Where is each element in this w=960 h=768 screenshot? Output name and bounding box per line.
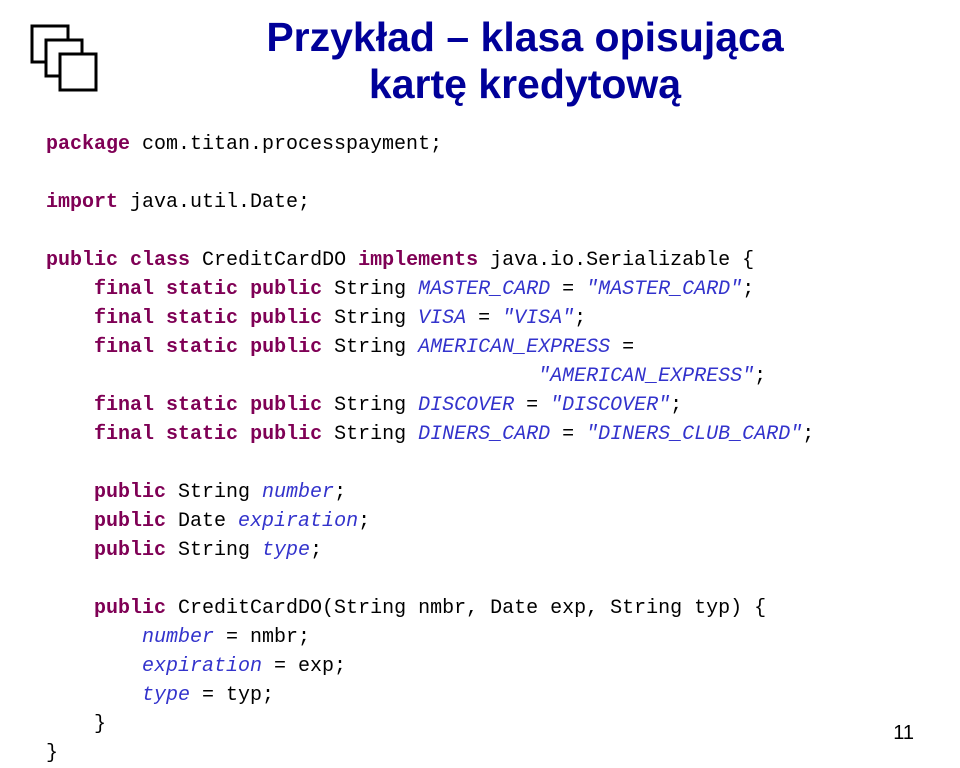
- keyword-class: class: [130, 249, 190, 272]
- keyword-import: import: [46, 191, 118, 214]
- assign-expiration-lhs: expiration: [142, 655, 262, 678]
- field-number: number: [262, 481, 334, 504]
- keyword-public: public: [250, 336, 322, 359]
- keyword-static: static: [166, 307, 238, 330]
- decl-type: Date: [166, 510, 238, 533]
- keyword-public: public: [250, 394, 322, 417]
- indent: [46, 684, 142, 707]
- equals: =: [550, 278, 586, 301]
- equals: =: [514, 394, 550, 417]
- keyword-final: final: [94, 336, 154, 359]
- str-amex: "AMERICAN_EXPRESS": [538, 365, 754, 388]
- keyword-static: static: [166, 394, 238, 417]
- indent: [46, 423, 94, 446]
- class-name: CreditCardDO: [190, 249, 358, 272]
- slide-title: Przykład – klasa opisująca kartę kredyto…: [46, 14, 914, 108]
- indent: [46, 713, 94, 736]
- keyword-public: public: [94, 510, 166, 533]
- keyword-final: final: [94, 278, 154, 301]
- indent: [46, 481, 94, 504]
- keyword-static: static: [166, 336, 238, 359]
- keyword-static: static: [166, 278, 238, 301]
- str-discover: "DISCOVER": [550, 394, 670, 417]
- decl-type: String: [322, 423, 418, 446]
- keyword-public: public: [250, 278, 322, 301]
- brace-close: }: [94, 713, 106, 736]
- title-line-1: Przykład – klasa opisująca: [266, 14, 783, 60]
- keyword-public: public: [94, 481, 166, 504]
- semicolon: ;: [754, 365, 766, 388]
- indent: [46, 278, 94, 301]
- package-statement: com.titan.processpayment;: [130, 133, 442, 156]
- str-visa: "VISA": [502, 307, 574, 330]
- page-number: 11: [893, 722, 914, 745]
- indent: [46, 655, 142, 678]
- str-diners: "DINERS_CLUB_CARD": [586, 423, 802, 446]
- const-diners: DINERS_CARD: [418, 423, 550, 446]
- keyword-static: static: [166, 423, 238, 446]
- indent: [46, 336, 94, 359]
- assign-expiration-rhs: = exp;: [262, 655, 346, 678]
- assign-type-lhs: type: [142, 684, 190, 707]
- keyword-public: public: [250, 307, 322, 330]
- assign-number-rhs: = nmbr;: [214, 626, 310, 649]
- keyword-public: public: [94, 539, 166, 562]
- equals: =: [466, 307, 502, 330]
- equals: =: [550, 423, 586, 446]
- semicolon: ;: [742, 278, 754, 301]
- indent: [46, 539, 94, 562]
- field-type: type: [262, 539, 310, 562]
- decl-type: String: [322, 278, 418, 301]
- const-discover: DISCOVER: [418, 394, 514, 417]
- keyword-implements: implements: [358, 249, 478, 272]
- decl-type: String: [322, 336, 418, 359]
- indent: [46, 597, 94, 620]
- field-expiration: expiration: [238, 510, 358, 533]
- code-block: package com.titan.processpayment; import…: [46, 130, 914, 768]
- indent: [46, 307, 94, 330]
- keyword-public: public: [46, 249, 118, 272]
- semicolon: ;: [334, 481, 346, 504]
- semicolon: ;: [310, 539, 322, 562]
- import-statement: java.util.Date;: [118, 191, 310, 214]
- keyword-final: final: [94, 307, 154, 330]
- semicolon: ;: [574, 307, 586, 330]
- keyword-final: final: [94, 423, 154, 446]
- keyword-package: package: [46, 133, 130, 156]
- str-master-card: "MASTER_CARD": [586, 278, 742, 301]
- const-amex: AMERICAN_EXPRESS: [418, 336, 610, 359]
- semicolon: ;: [802, 423, 814, 446]
- keyword-public: public: [250, 423, 322, 446]
- decl-type: String: [322, 307, 418, 330]
- keyword-final: final: [94, 394, 154, 417]
- indent: [46, 626, 142, 649]
- decl-type: String: [166, 539, 262, 562]
- indent: [46, 394, 94, 417]
- decl-type: String: [166, 481, 262, 504]
- assign-number-lhs: number: [142, 626, 214, 649]
- assign-type-rhs: = typ;: [190, 684, 274, 707]
- slide-logo-icon: [24, 18, 102, 101]
- const-visa: VISA: [418, 307, 466, 330]
- brace-close: }: [46, 742, 58, 765]
- indent: [46, 510, 94, 533]
- equals: =: [610, 336, 634, 359]
- decl-type: String: [322, 394, 418, 417]
- const-master-card: MASTER_CARD: [418, 278, 550, 301]
- semicolon: ;: [670, 394, 682, 417]
- semicolon: ;: [358, 510, 370, 533]
- keyword-public: public: [94, 597, 166, 620]
- long-indent: [46, 365, 538, 388]
- constructor-signature: CreditCardDO(String nmbr, Date exp, Stri…: [166, 597, 766, 620]
- title-line-2: kartę kredytową: [369, 61, 681, 107]
- implements-target: java.io.Serializable {: [478, 249, 754, 272]
